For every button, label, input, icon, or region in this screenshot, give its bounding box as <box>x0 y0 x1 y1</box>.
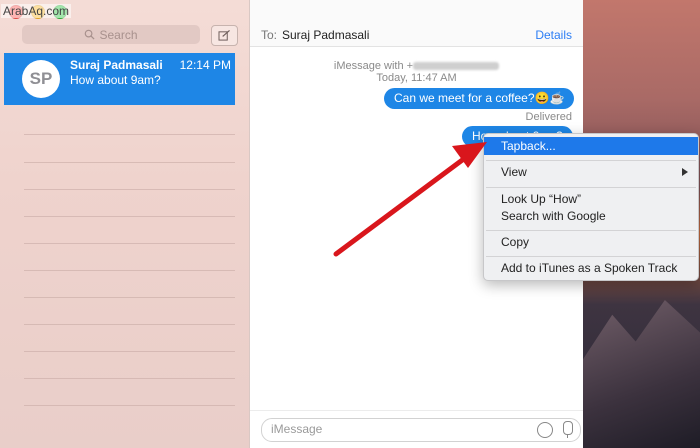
menu-item-view[interactable]: View <box>484 163 698 181</box>
timestamp: Today, 11:47 AM <box>376 72 457 84</box>
chat-header: To: Suraj Padmasali Details <box>250 0 583 47</box>
watermark-text: ArabAq.com <box>1 4 72 18</box>
list-divider <box>24 189 235 190</box>
list-divider <box>24 270 235 271</box>
menu-item-view-label: View <box>501 165 527 179</box>
conversation-item-selected[interactable]: SP Suraj Padmasali 12:14 PM How about 9a… <box>4 53 235 105</box>
to-label: To: <box>261 28 278 42</box>
list-divider <box>24 216 235 217</box>
compose-icon <box>218 30 230 41</box>
conversation-preview: How about 9am? <box>70 73 161 87</box>
menu-separator <box>486 256 696 257</box>
conversation-time: 12:14 PM <box>179 58 231 72</box>
menu-item-look-up[interactable]: Look Up “How” <box>484 190 698 208</box>
compose-button[interactable] <box>211 25 238 46</box>
search-icon <box>85 29 96 40</box>
list-divider <box>24 378 235 379</box>
menu-separator <box>486 187 696 188</box>
list-divider <box>24 405 235 406</box>
menu-separator <box>486 230 696 231</box>
menu-item-add-to-itunes[interactable]: Add to iTunes as a Spoken Track <box>484 259 698 277</box>
submenu-arrow-icon <box>682 168 688 176</box>
recipient-name[interactable]: Suraj Padmasali <box>282 28 369 42</box>
list-divider <box>24 297 235 298</box>
list-divider <box>24 351 235 352</box>
delivered-status: Delivered <box>525 111 572 123</box>
menu-separator <box>486 160 696 161</box>
redacted-number <box>413 62 500 71</box>
message-input-placeholder: iMessage <box>271 422 323 436</box>
sidebar: ArabAq.com Search SP Suraj Padmasali 12:… <box>0 0 250 448</box>
search-placeholder: Search <box>99 27 138 42</box>
list-divider <box>24 162 235 163</box>
list-divider <box>24 134 235 135</box>
menu-item-tapback[interactable]: Tapback... <box>484 137 698 155</box>
list-divider <box>24 324 235 325</box>
details-button[interactable]: Details <box>535 28 572 42</box>
message-bubble[interactable]: Can we meet for a coffee?😀☕ <box>384 88 575 109</box>
emoji-icon[interactable] <box>537 422 553 438</box>
menu-item-copy[interactable]: Copy <box>484 233 698 251</box>
avatar: SP <box>22 60 60 98</box>
search-input[interactable]: Search <box>22 25 200 44</box>
service-label: iMessage with + <box>250 60 583 72</box>
conversation-name: Suraj Padmasali <box>70 58 163 72</box>
divider <box>250 410 583 411</box>
list-divider <box>24 243 235 244</box>
menu-item-search-google[interactable]: Search with Google <box>484 207 698 225</box>
mountain-ridge <box>583 300 700 448</box>
microphone-icon[interactable] <box>563 421 573 435</box>
message-input[interactable]: iMessage <box>261 418 581 442</box>
context-menu: Tapback... View Look Up “How” Search wit… <box>483 133 699 281</box>
microphone-stand <box>567 434 569 438</box>
service-text: iMessage with + <box>333 60 414 72</box>
